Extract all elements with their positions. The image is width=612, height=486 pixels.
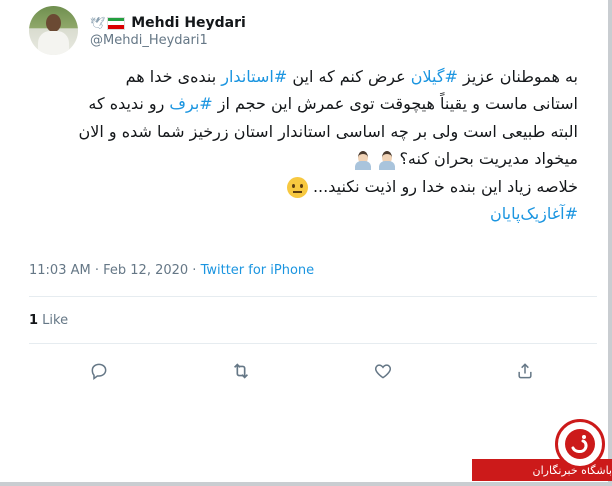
watermark: باشگاه خبرنگاران (472, 419, 612, 486)
tweet-text-segment: البته طبیعی است ولی بر چه اساسی استاندار… (78, 121, 578, 141)
display-name[interactable]: Mehdi Heydari (131, 15, 246, 31)
tweet-line: استانی ماست و یقیناً هیچوقت توی عمرش این… (23, 90, 578, 117)
tweet-line: خلاصه زیاد این بنده خدا رو اذیت نکنید... (23, 173, 578, 200)
tweet-line: میخواد مدیریت بحران کنه؟ (23, 145, 578, 172)
tweet-meta: 11:03 AM · Feb 12, 2020 · Twitter for iP… (29, 263, 314, 278)
like-count-label: Like (38, 313, 69, 328)
likes-count[interactable]: 1 Like (29, 313, 68, 328)
tweet-text: به هموطنان عزیز #گیلان عرض کنم که این #ا… (23, 63, 578, 227)
tweet-card: 🕊 Mehdi Heydari @Mehdi_Heydari1 به هموطن… (0, 0, 612, 486)
hashtag-link[interactable]: #آغازیک‌پایان (490, 204, 578, 223)
avatar-head (46, 14, 61, 32)
avatar-torso (38, 31, 69, 55)
tweet-text-segment: به هموطنان عزیز (457, 67, 578, 86)
tweet-text-segment: میخواد مدیریت بحران کنه؟ (399, 149, 578, 169)
tweet-line: #آغازیک‌پایان (23, 200, 578, 227)
tweet-source[interactable]: Twitter for iPhone (201, 263, 315, 278)
tweet-text-segment: بنده‌ی خدا هم (125, 67, 222, 86)
neutral-face-emoji-icon (286, 176, 308, 198)
tweet-line: به هموطنان عزیز #گیلان عرض کنم که این #ا… (23, 63, 578, 90)
dove-icon: 🕊 (90, 16, 106, 30)
like-count-number: 1 (29, 313, 39, 328)
tweet-text-segment: استانی ماست و یقیناً هیچوقت توی عمرش این… (212, 94, 578, 114)
heart-icon[interactable] (372, 360, 394, 382)
tweet-line: البته طبیعی است ولی بر چه اساسی استاندار… (23, 118, 578, 145)
tweet-date[interactable]: Feb 12, 2020 (103, 263, 188, 278)
divider-bottom (29, 343, 597, 344)
tweet-text-segment: خلاصه زیاد این بنده خدا رو اذیت نکنید... (312, 176, 578, 196)
hashtag-link[interactable]: #استاندار (221, 67, 287, 86)
action-bar (0, 360, 608, 384)
avatar[interactable] (29, 6, 78, 55)
shrug-emoji-icon (353, 150, 373, 170)
iran-flag-icon (107, 16, 126, 30)
watermark-logo-icon (555, 419, 605, 469)
facepalm-emoji-icon (377, 150, 397, 170)
tweet-text-segment: رو ندیده که (88, 94, 170, 114)
retweet-icon[interactable] (230, 360, 252, 382)
divider-top (29, 296, 597, 297)
tweet-time[interactable]: 11:03 AM (29, 263, 91, 278)
reply-icon[interactable] (88, 360, 110, 382)
meta-separator-2: · (188, 263, 201, 278)
meta-separator: · (90, 263, 104, 278)
hashtag-link[interactable]: #گیلان (411, 67, 458, 86)
hashtag-link[interactable]: #برف (169, 94, 212, 113)
user-handle[interactable]: @Mehdi_Heydari1 (90, 33, 208, 48)
flag-emoji-group: 🕊 (90, 16, 126, 30)
share-icon[interactable] (514, 360, 536, 382)
tweet-text-segment: عرض کنم که این (287, 67, 411, 86)
name-row: 🕊 Mehdi Heydari (90, 13, 246, 33)
